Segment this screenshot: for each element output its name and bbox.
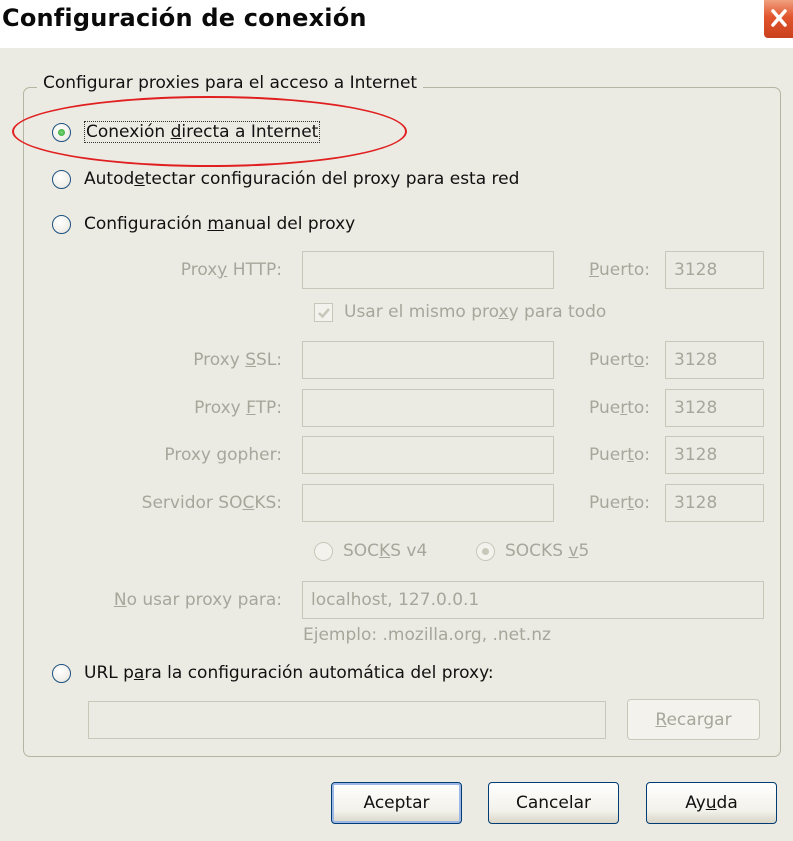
no-proxy-input[interactable]: localhost, 127.0.0.1 xyxy=(302,581,764,619)
radio-autoconfig-indicator[interactable] xyxy=(52,663,71,683)
radio-manual-indicator[interactable] xyxy=(52,214,71,234)
proxy-gopher-label: Proxy gopher: xyxy=(164,445,282,465)
help-button[interactable]: Ayuda xyxy=(646,782,777,824)
proxy-socks-label: Servidor SOCKS: xyxy=(141,493,282,513)
proxy-http-port-input[interactable]: 3128 xyxy=(665,251,764,289)
proxy-gopher-port-label: Puerto: xyxy=(589,445,650,465)
red-highlight-ellipse xyxy=(12,96,407,167)
title-bar: Configuración de conexión xyxy=(0,0,793,48)
reload-button[interactable]: Recargar xyxy=(627,699,760,740)
close-button[interactable] xyxy=(764,0,793,38)
no-proxy-label: No usar proxy para: xyxy=(113,590,282,610)
cancel-button[interactable]: Cancelar xyxy=(488,782,619,824)
radio-autodetect[interactable]: Autodetectar configuración del proxy par… xyxy=(52,169,519,189)
close-icon xyxy=(771,9,787,27)
proxy-ftp-input[interactable] xyxy=(302,389,554,427)
radio-socks-v4[interactable]: SOCKS v4 xyxy=(314,541,427,561)
radio-autoconfig-url[interactable]: URL para la configuración automática del… xyxy=(52,663,494,683)
proxy-http-port-label: Puerto: xyxy=(589,260,650,280)
radio-socks-v5-label: SOCKS v5 xyxy=(505,541,590,561)
proxy-ssl-input[interactable] xyxy=(302,341,554,379)
proxy-http-input[interactable] xyxy=(302,251,554,289)
proxy-socks-input[interactable] xyxy=(302,484,554,522)
radio-autodetect-label: Autodetectar configuración del proxy par… xyxy=(84,169,520,189)
autoconfig-url-input[interactable] xyxy=(88,701,606,739)
radio-autoconfig-label: URL para la configuración automática del… xyxy=(84,663,494,683)
proxy-ssl-port-input[interactable]: 3128 xyxy=(665,341,764,379)
same-proxy-label: Usar el mismo proxy para todo xyxy=(344,302,607,322)
ok-button[interactable]: Aceptar xyxy=(331,782,462,824)
proxy-gopher-port-input[interactable]: 3128 xyxy=(665,436,764,474)
proxy-socks-port-label: Puerto: xyxy=(589,493,650,513)
same-proxy-checkbox[interactable]: Usar el mismo proxy para todo xyxy=(314,302,606,322)
radio-autodetect-indicator[interactable] xyxy=(52,169,71,189)
proxy-ftp-port-label: Puerto: xyxy=(589,398,650,418)
no-proxy-example: Ejemplo: .mozilla.org, .net.nz xyxy=(303,625,551,645)
proxy-ftp-label: Proxy FTP: xyxy=(194,398,282,418)
proxy-ssl-port-label: Puerto: xyxy=(589,350,650,370)
radio-socks-v5-indicator[interactable] xyxy=(476,541,495,561)
same-proxy-checkbox-box[interactable] xyxy=(314,302,333,322)
radio-manual-proxy[interactable]: Configuración manual del proxy xyxy=(52,214,355,234)
proxy-gopher-input[interactable] xyxy=(302,436,554,474)
checkmark-icon xyxy=(318,307,330,318)
radio-manual-label: Configuración manual del proxy xyxy=(84,214,356,234)
proxy-ssl-label: Proxy SSL: xyxy=(193,350,282,370)
groupbox-legend: Configurar proxies para el acceso a Inte… xyxy=(37,73,424,93)
radio-socks-v5[interactable]: SOCKS v5 xyxy=(476,541,589,561)
proxy-ftp-port-input[interactable]: 3128 xyxy=(665,389,764,427)
proxy-socks-port-input[interactable]: 3128 xyxy=(665,484,764,522)
radio-socks-v4-label: SOCKS v4 xyxy=(343,541,428,561)
window-title: Configuración de conexión xyxy=(2,4,367,32)
proxy-http-label: Proxy HTTP: xyxy=(180,260,282,280)
radio-socks-v4-indicator[interactable] xyxy=(314,541,333,561)
